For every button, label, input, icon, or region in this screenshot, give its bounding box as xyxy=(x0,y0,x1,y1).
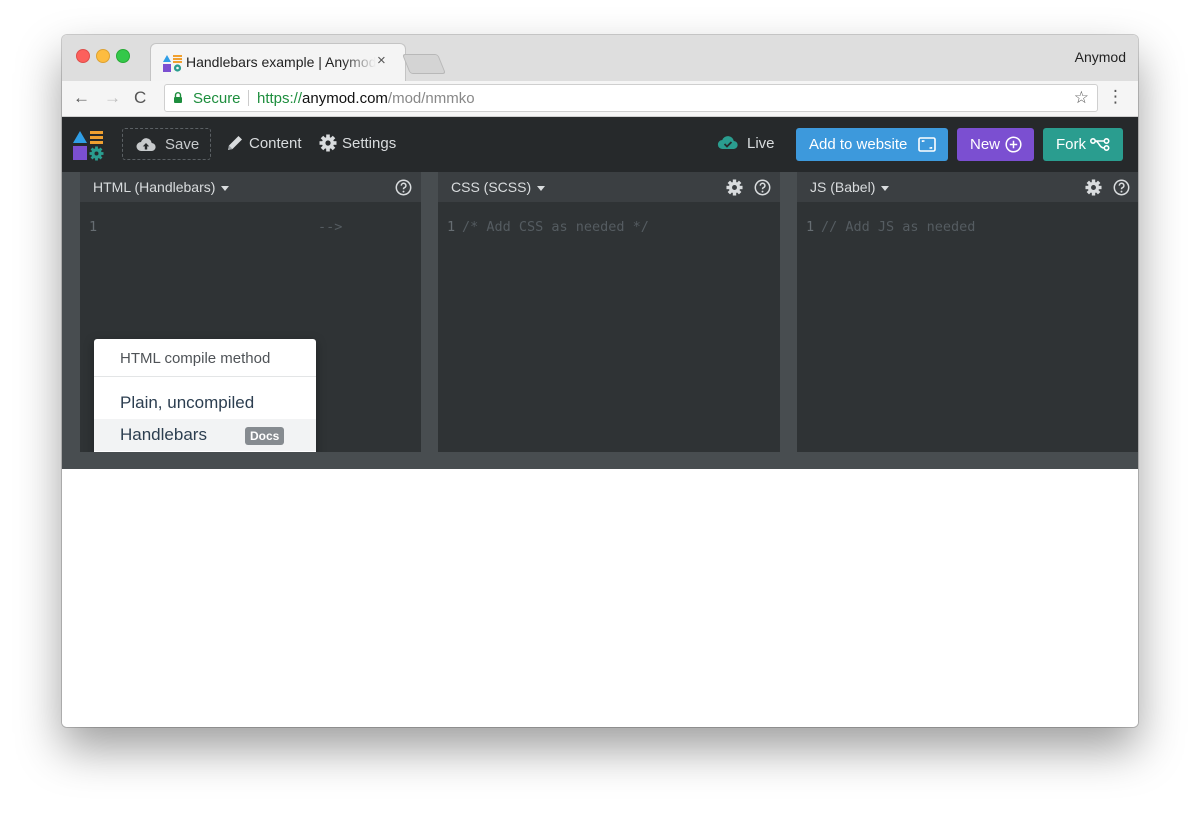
dropdown-item-label: Handlebars xyxy=(120,425,207,444)
browser-toolbar: ← → C Secure https://anymod.com/mod/nmmk… xyxy=(62,81,1138,117)
secure-label: Secure xyxy=(193,90,241,107)
content-label: Content xyxy=(249,135,302,152)
tab-close-icon[interactable]: × xyxy=(377,52,386,69)
save-button[interactable]: Save xyxy=(122,128,211,160)
html-pane-header: HTML (Handlebars) xyxy=(80,172,421,202)
settings-label: Settings xyxy=(342,135,397,152)
editor-area: HTML (Handlebars) 1 --> CSS (SCSS) 1 /* … xyxy=(62,172,1138,460)
reload-icon[interactable]: C xyxy=(134,88,146,108)
url-path: /mod/nmmko xyxy=(387,90,475,107)
preview-area xyxy=(62,469,1138,727)
url-scheme: https:// xyxy=(257,90,303,107)
chevron-down-icon xyxy=(221,185,230,191)
new-tab-button[interactable] xyxy=(401,54,447,74)
question-circle-icon[interactable] xyxy=(395,179,412,196)
tab-title: Handlebars example | Anymod xyxy=(186,54,376,70)
js-code-line: // Add JS as needed xyxy=(821,219,976,235)
add-to-website-label: Add to website xyxy=(809,136,908,153)
back-arrow-icon[interactable]: ← xyxy=(73,88,90,108)
js-pane-header: JS (Babel) xyxy=(797,172,1138,202)
gear-icon xyxy=(319,134,337,152)
dropdown-item-label: Plain, uncompiled xyxy=(120,393,255,412)
cloud-upload-icon xyxy=(136,138,156,152)
gear-icon[interactable] xyxy=(1085,179,1102,196)
chevron-down-icon xyxy=(537,185,546,191)
fork-button[interactable]: Fork xyxy=(1043,128,1123,161)
profile-name[interactable]: Anymod xyxy=(1075,49,1126,65)
html-line-number: 1 xyxy=(89,219,98,235)
html-code-line: --> xyxy=(318,219,343,235)
question-circle-icon[interactable] xyxy=(754,179,771,196)
dropdown-divider xyxy=(94,376,316,377)
anymod-favicon-icon xyxy=(163,55,182,72)
chevron-down-icon xyxy=(881,185,890,191)
question-circle-icon[interactable] xyxy=(1113,179,1130,196)
embed-window-icon xyxy=(918,137,936,152)
omnibox-divider xyxy=(248,90,249,106)
browser-tab-strip: Handlebars example | Anymod × Anymod xyxy=(62,35,1138,82)
forward-arrow-icon[interactable]: → xyxy=(104,88,121,108)
save-label: Save xyxy=(165,136,200,153)
css-editor-pane: CSS (SCSS) 1 /* Add CSS as needed */ xyxy=(438,172,780,452)
address-bar[interactable]: Secure https://anymod.com/mod/nmmko ☆ xyxy=(164,84,1098,112)
html-compile-selector[interactable]: HTML (Handlebars) xyxy=(93,179,230,195)
bookmark-star-icon[interactable]: ☆ xyxy=(1074,88,1089,108)
dropdown-item-plain[interactable]: Plain, uncompiled xyxy=(94,387,316,419)
editor-resize-bar[interactable] xyxy=(62,452,1138,469)
plus-circle-icon xyxy=(1005,136,1022,153)
css-code-line: /* Add CSS as needed */ xyxy=(462,219,649,235)
minimize-window-button[interactable] xyxy=(96,49,110,63)
docs-badge[interactable]: Docs xyxy=(245,427,285,445)
html-pane-title: HTML (Handlebars) xyxy=(93,179,216,195)
js-compile-selector[interactable]: JS (Babel) xyxy=(810,179,890,195)
css-pane-header: CSS (SCSS) xyxy=(438,172,780,202)
new-label: New xyxy=(970,136,1001,153)
new-button[interactable]: New xyxy=(957,128,1034,161)
dropdown-item-handlebars[interactable]: Handlebars Docs xyxy=(94,419,316,451)
browser-menu-icon[interactable]: ⋮ xyxy=(1107,87,1124,107)
html-compile-method-dropdown: HTML compile method Plain, uncompiled Ha… xyxy=(94,339,316,460)
zoom-window-button[interactable] xyxy=(116,49,130,63)
fork-label: Fork xyxy=(1056,136,1086,153)
pencil-icon xyxy=(228,136,242,150)
css-code-editor[interactable]: 1 /* Add CSS as needed */ xyxy=(438,202,780,452)
dropdown-header: HTML compile method xyxy=(120,350,271,367)
css-pane-title: CSS (SCSS) xyxy=(451,179,532,195)
live-label: Live xyxy=(747,135,775,152)
lock-icon xyxy=(174,92,182,103)
close-window-button[interactable] xyxy=(76,49,90,63)
gear-icon[interactable] xyxy=(726,179,743,196)
js-pane-title: JS (Babel) xyxy=(810,179,876,195)
cloud-check-icon xyxy=(717,136,738,150)
browser-tab-active[interactable]: Handlebars example | Anymod × xyxy=(150,43,406,82)
url-host: anymod.com xyxy=(302,90,388,107)
anymod-logo-icon[interactable] xyxy=(72,129,104,161)
url-text[interactable]: https://anymod.com/mod/nmmko xyxy=(257,90,475,107)
app-top-bar: Save Content Settings Live Add to websit… xyxy=(62,117,1138,172)
js-line-number: 1 xyxy=(806,219,815,235)
fork-icon xyxy=(1090,137,1110,152)
add-to-website-button[interactable]: Add to website xyxy=(796,128,948,161)
js-code-editor[interactable]: 1 // Add JS as needed xyxy=(797,202,1138,452)
css-compile-selector[interactable]: CSS (SCSS) xyxy=(451,179,546,195)
css-line-number: 1 xyxy=(447,219,456,235)
browser-window: Handlebars example | Anymod × Anymod ← →… xyxy=(62,35,1138,727)
js-editor-pane: JS (Babel) 1 // Add JS as needed xyxy=(797,172,1138,452)
